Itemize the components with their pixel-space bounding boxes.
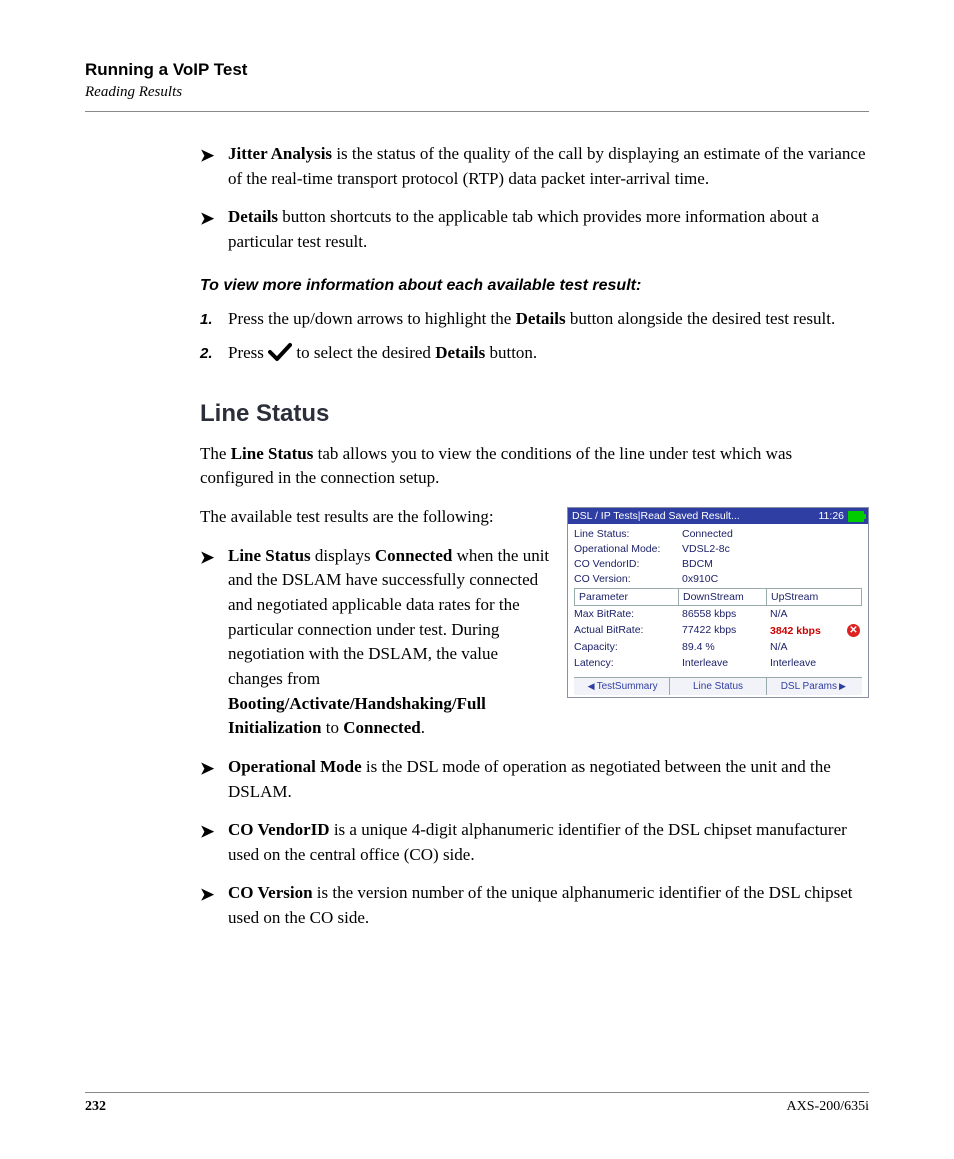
bullet-text: to xyxy=(322,718,344,737)
screenshot-time: 11:26 xyxy=(819,510,845,522)
bullet-bold: CO Version xyxy=(228,883,313,902)
chevron-right-icon: ▶ xyxy=(837,681,848,691)
screenshot-table-row: Actual BitRate:77422 kbps3842 kbps ✕ xyxy=(574,622,862,639)
bullet-text: . xyxy=(421,718,425,737)
step-text: to select the desired xyxy=(292,343,435,362)
ss-label: Line Status: xyxy=(574,528,682,540)
screenshot-row: CO Version:0x910C xyxy=(574,573,862,585)
chevron-left-icon: ◀ xyxy=(586,681,597,691)
section-heading: Line Status xyxy=(200,400,869,428)
tab-label: DSL Params xyxy=(781,681,837,692)
screenshot-table-row: Max BitRate:86558 kbpsN/A xyxy=(574,606,862,622)
ss-down-value: Interleave xyxy=(682,657,770,669)
bullet-text: when the unit and the DSLAM have success… xyxy=(228,546,549,688)
screenshot-title: DSL / IP Tests|Read Saved Result... xyxy=(572,510,740,522)
para-text: The xyxy=(200,444,231,463)
ss-down-value: 86558 kbps xyxy=(682,608,770,620)
instruction-heading: To view more information about each avai… xyxy=(200,277,869,295)
ss-up-value: 3842 kbps xyxy=(770,625,821,637)
th-parameter: Parameter xyxy=(575,589,679,605)
screenshot-tab[interactable]: DSL Params▶ xyxy=(767,678,862,695)
bullet-text: button shortcuts to the applicable tab w… xyxy=(228,207,819,251)
bullet-item: ➤ Jitter Analysis is the status of the q… xyxy=(200,142,869,191)
ss-param: Actual BitRate: xyxy=(574,624,682,637)
screenshot-table-row: Latency:InterleaveInterleave xyxy=(574,655,862,671)
ss-param: Capacity: xyxy=(574,641,682,653)
sub-title: Reading Results xyxy=(85,84,869,101)
step-text: Press the up/down arrows to highlight th… xyxy=(228,309,516,328)
screenshot-tabs: ◀TestSummary Line Status DSL Params▶ xyxy=(574,677,862,695)
body-paragraph: The Line Status tab allows you to view t… xyxy=(200,442,869,491)
bullet-bold: Operational Mode xyxy=(228,757,362,776)
tab-label: TestSummary xyxy=(597,681,658,692)
bullet-bold: Connected xyxy=(375,546,452,565)
ss-label: CO Version: xyxy=(574,573,682,585)
checkmark-icon xyxy=(268,342,292,370)
ss-up-value: N/A xyxy=(770,608,788,620)
step-bold: Details xyxy=(435,343,485,362)
device-screenshot: DSL / IP Tests|Read Saved Result... 11:2… xyxy=(567,507,869,698)
footer-model: AXS-200/635i xyxy=(787,1099,869,1115)
ss-value: BDCM xyxy=(682,558,713,570)
ss-up-value: Interleave xyxy=(770,657,816,669)
ss-up-value: N/A xyxy=(770,641,788,653)
step-bold: Details xyxy=(516,309,566,328)
bullet-arrow-icon: ➤ xyxy=(200,544,228,741)
page-footer: 232 AXS-200/635i xyxy=(85,1092,869,1115)
step-text: button alongside the desired test result… xyxy=(566,309,836,328)
bullet-arrow-icon: ➤ xyxy=(200,205,228,254)
bullet-item: ➤ Operational Mode is the DSL mode of op… xyxy=(200,755,869,804)
screenshot-tab[interactable]: Line Status xyxy=(670,678,766,695)
screenshot-tab[interactable]: ◀TestSummary xyxy=(574,678,670,695)
screenshot-table-head: Parameter DownStream UpStream xyxy=(574,588,862,606)
step-number: 2. xyxy=(200,341,228,370)
bullet-bold: Line Status xyxy=(228,546,311,565)
step-number: 1. xyxy=(200,307,228,332)
header-rule xyxy=(85,111,869,112)
screenshot-titlebar: DSL / IP Tests|Read Saved Result... 11:2… xyxy=(568,508,868,524)
para-bold: Line Status xyxy=(231,444,314,463)
th-downstream: DownStream xyxy=(679,589,767,605)
bullet-bold: Details xyxy=(228,207,278,226)
ss-label: Operational Mode: xyxy=(574,543,682,555)
ss-value: VDSL2-8c xyxy=(682,543,730,555)
bullet-text: displays xyxy=(311,546,375,565)
bullet-bold: CO VendorID xyxy=(228,820,330,839)
step-text: button. xyxy=(485,343,537,362)
th-upstream: UpStream xyxy=(767,589,861,605)
bullet-arrow-icon: ➤ xyxy=(200,881,228,930)
bullet-arrow-icon: ➤ xyxy=(200,755,228,804)
ss-down-value: 89.4 % xyxy=(682,641,770,653)
screenshot-table-row: Capacity:89.4 %N/A xyxy=(574,639,862,655)
error-icon: ✕ xyxy=(847,624,860,637)
ss-label: CO VendorID: xyxy=(574,558,682,570)
page-number: 232 xyxy=(85,1099,106,1115)
bullet-arrow-icon: ➤ xyxy=(200,818,228,867)
bullet-text: is the version number of the unique alph… xyxy=(228,883,852,927)
running-title: Running a VoIP Test xyxy=(85,60,869,80)
ss-param: Max BitRate: xyxy=(574,608,682,620)
screenshot-row: Operational Mode:VDSL2-8c xyxy=(574,543,862,555)
bullet-item: ➤ Line Status displays Connected when th… xyxy=(200,544,553,741)
tab-label: Line Status xyxy=(693,681,743,692)
bullet-arrow-icon: ➤ xyxy=(200,142,228,191)
ss-down-value: 77422 kbps xyxy=(682,624,770,637)
bullet-bold: Jitter Analysis xyxy=(228,144,332,163)
screenshot-row: Line Status:Connected xyxy=(574,528,862,540)
ss-value: Connected xyxy=(682,528,733,540)
battery-icon xyxy=(848,511,864,522)
bullet-item: ➤ CO Version is the version number of th… xyxy=(200,881,869,930)
step-text: Press xyxy=(228,343,268,362)
bullet-bold: Connected xyxy=(343,718,420,737)
ss-value: 0x910C xyxy=(682,573,718,585)
bullet-item: ➤ Details button shortcuts to the applic… xyxy=(200,205,869,254)
bullet-item: ➤ CO VendorID is a unique 4-digit alphan… xyxy=(200,818,869,867)
ss-param: Latency: xyxy=(574,657,682,669)
step-item: 1. Press the up/down arrows to highlight… xyxy=(200,307,869,332)
screenshot-row: CO VendorID:BDCM xyxy=(574,558,862,570)
step-item: 2. Press to select the desired Details b… xyxy=(200,341,869,370)
